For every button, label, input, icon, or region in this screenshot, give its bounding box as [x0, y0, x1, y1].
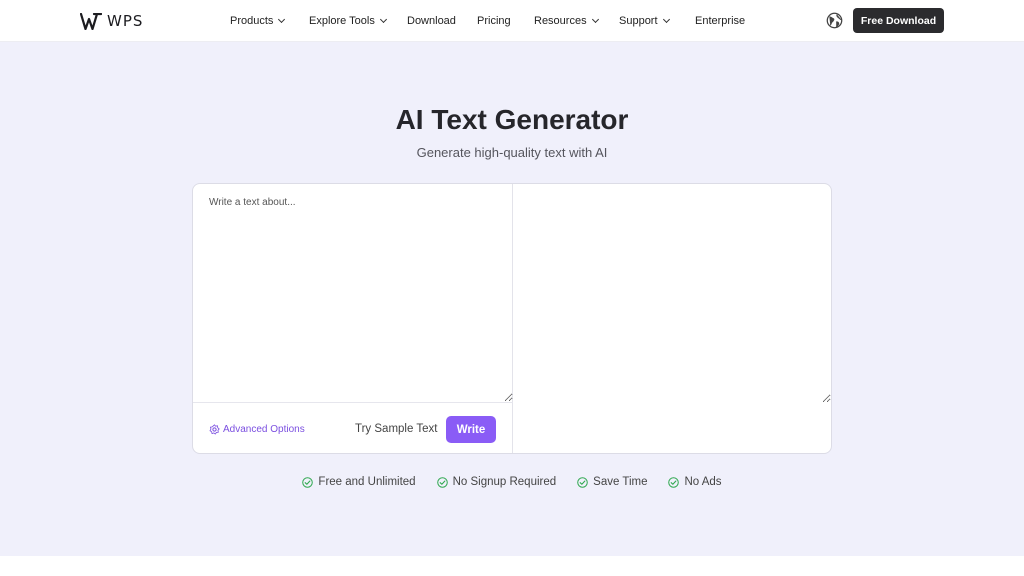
wps-logo[interactable]: WPS: [80, 12, 143, 30]
main-nav: Products Explore Tools Download Pricing …: [230, 0, 745, 42]
nav-enterprise-label: Enterprise: [695, 15, 746, 27]
wps-logo-mark-icon: [80, 12, 102, 30]
nav-explore-tools[interactable]: Explore Tools: [309, 15, 407, 27]
nav-resources[interactable]: Resources: [534, 15, 619, 27]
advanced-options-link[interactable]: Advanced Options: [209, 424, 305, 435]
input-pane: Advanced Options Try Sample Text Write: [193, 184, 513, 453]
feature-list: Free and Unlimited No Signup Required Sa…: [0, 476, 1024, 488]
feature-label: No Signup Required: [452, 476, 557, 488]
nav-support[interactable]: Support: [619, 15, 695, 27]
nav-download-label: Download: [407, 15, 456, 27]
feature-item: No Signup Required: [436, 476, 557, 488]
hero-section: AI Text Generator Generate high-quality …: [0, 42, 1024, 556]
logo-text: WPS: [107, 12, 144, 30]
chevron-down-icon: [662, 15, 670, 24]
prompt-input[interactable]: [193, 184, 513, 403]
nav-support-label: Support: [619, 15, 658, 27]
feature-label: Free and Unlimited: [318, 476, 416, 488]
nav-products[interactable]: Products: [230, 15, 309, 27]
page-title: AI Text Generator: [395, 104, 629, 135]
nav-pricing-label: Pricing: [477, 15, 511, 27]
nav-enterprise[interactable]: Enterprise: [695, 15, 745, 27]
top-navigation-bar: WPS Products Explore Tools Download Pric…: [0, 0, 1024, 42]
check-circle-icon: [436, 476, 448, 488]
globe-icon[interactable]: [826, 12, 843, 29]
advanced-options-label: Advanced Options: [223, 424, 305, 435]
nav-explore-tools-label: Explore Tools: [309, 15, 375, 27]
chevron-down-icon: [278, 15, 286, 24]
feature-item: No Ads: [668, 476, 722, 488]
nav-resources-label: Resources: [534, 15, 587, 27]
write-button[interactable]: Write: [446, 416, 496, 443]
generator-panel: Advanced Options Try Sample Text Write: [192, 183, 832, 454]
chevron-down-icon: [379, 15, 387, 24]
feature-item: Free and Unlimited: [302, 476, 416, 488]
check-circle-icon: [668, 476, 680, 488]
feature-label: Save Time: [593, 476, 648, 488]
check-circle-icon: [302, 476, 314, 488]
page-subtitle: Generate high-quality text with AI: [416, 145, 608, 160]
generated-text-output[interactable]: [513, 184, 831, 403]
output-pane: [513, 184, 831, 453]
feature-item: Save Time: [577, 476, 647, 488]
nav-download[interactable]: Download: [407, 15, 477, 27]
check-circle-icon: [577, 476, 588, 488]
chevron-down-icon: [591, 15, 599, 24]
nav-products-label: Products: [230, 15, 274, 27]
feature-label: No Ads: [684, 476, 722, 488]
try-sample-text-button[interactable]: Try Sample Text: [355, 423, 437, 435]
free-download-button[interactable]: Free Download: [853, 8, 944, 33]
settings-icon: [209, 424, 220, 435]
nav-pricing[interactable]: Pricing: [477, 15, 534, 27]
